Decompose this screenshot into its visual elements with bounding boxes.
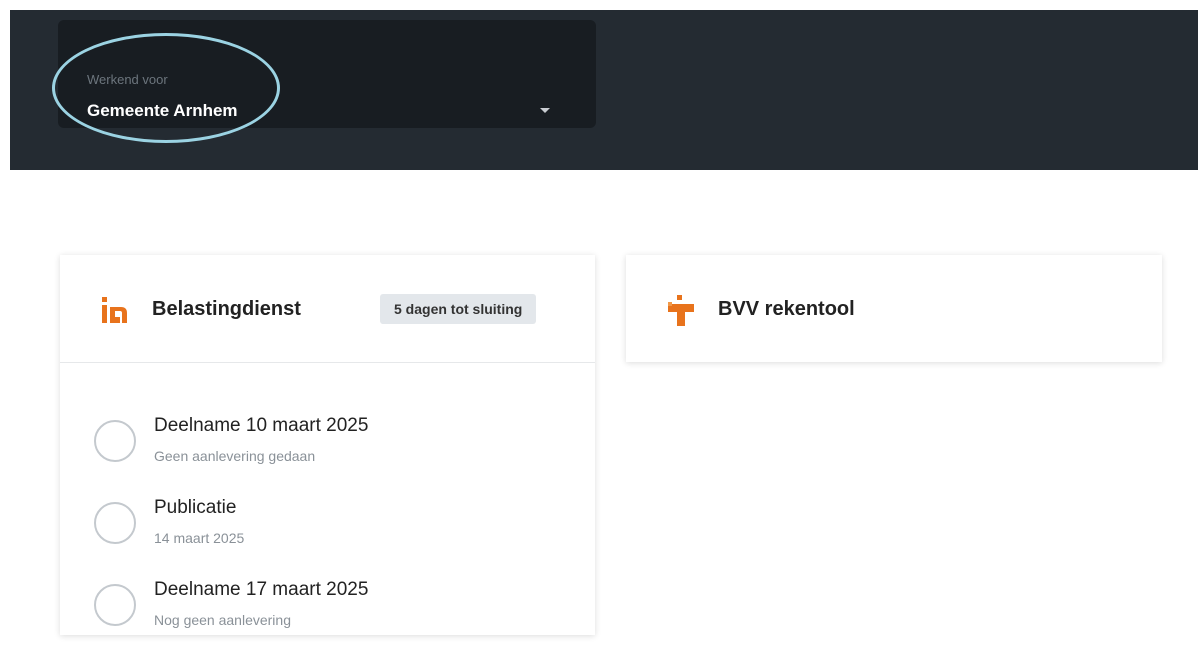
step-title: Deelname 10 maart 2025: [154, 415, 369, 436]
bvv-card-header[interactable]: BVV rekentool: [626, 255, 1162, 362]
belastingdienst-logo-icon: [102, 297, 127, 323]
step-title: Deelname 17 maart 2025: [154, 579, 369, 600]
step-title: Publicatie: [154, 497, 237, 518]
belastingdienst-card: Belastingdienst 5 dagen tot sluiting Dee…: [60, 255, 595, 635]
window-edge: [0, 0, 10, 624]
timeline-step[interactable]: Publicatie 14 maart 2025: [94, 497, 574, 567]
step-status-circle: [94, 502, 136, 544]
step-status-circle: [94, 420, 136, 462]
organization-selector-value: Gemeente Arnhem: [87, 101, 238, 120]
caret-down-icon[interactable]: [540, 108, 550, 113]
bvv-rekentool-card[interactable]: BVV rekentool: [626, 255, 1162, 362]
timeline-step[interactable]: Deelname 10 maart 2025 Geen aanlevering …: [94, 415, 574, 485]
deadline-badge: 5 dagen tot sluiting: [380, 294, 537, 324]
timeline-step[interactable]: Deelname 17 maart 2025 Nog geen aanlever…: [94, 579, 574, 649]
organization-selector[interactable]: Werkend voor Gemeente Arnhem: [58, 20, 596, 128]
step-subtitle: Nog geen aanlevering: [154, 612, 291, 628]
belastingdienst-title: Belastingdienst: [152, 298, 301, 320]
top-header: Werkend voor Gemeente Arnhem: [10, 10, 1198, 170]
organization-selector-label: Werkend voor: [87, 72, 168, 87]
step-subtitle: Geen aanlevering gedaan: [154, 448, 316, 464]
step-subtitle: 14 maart 2025: [154, 530, 245, 546]
step-status-circle: [94, 584, 136, 626]
bvv-title: BVV rekentool: [718, 298, 855, 320]
bvv-plus-logo-icon: [668, 295, 694, 326]
belastingdienst-card-header[interactable]: Belastingdienst 5 dagen tot sluiting: [60, 255, 595, 363]
